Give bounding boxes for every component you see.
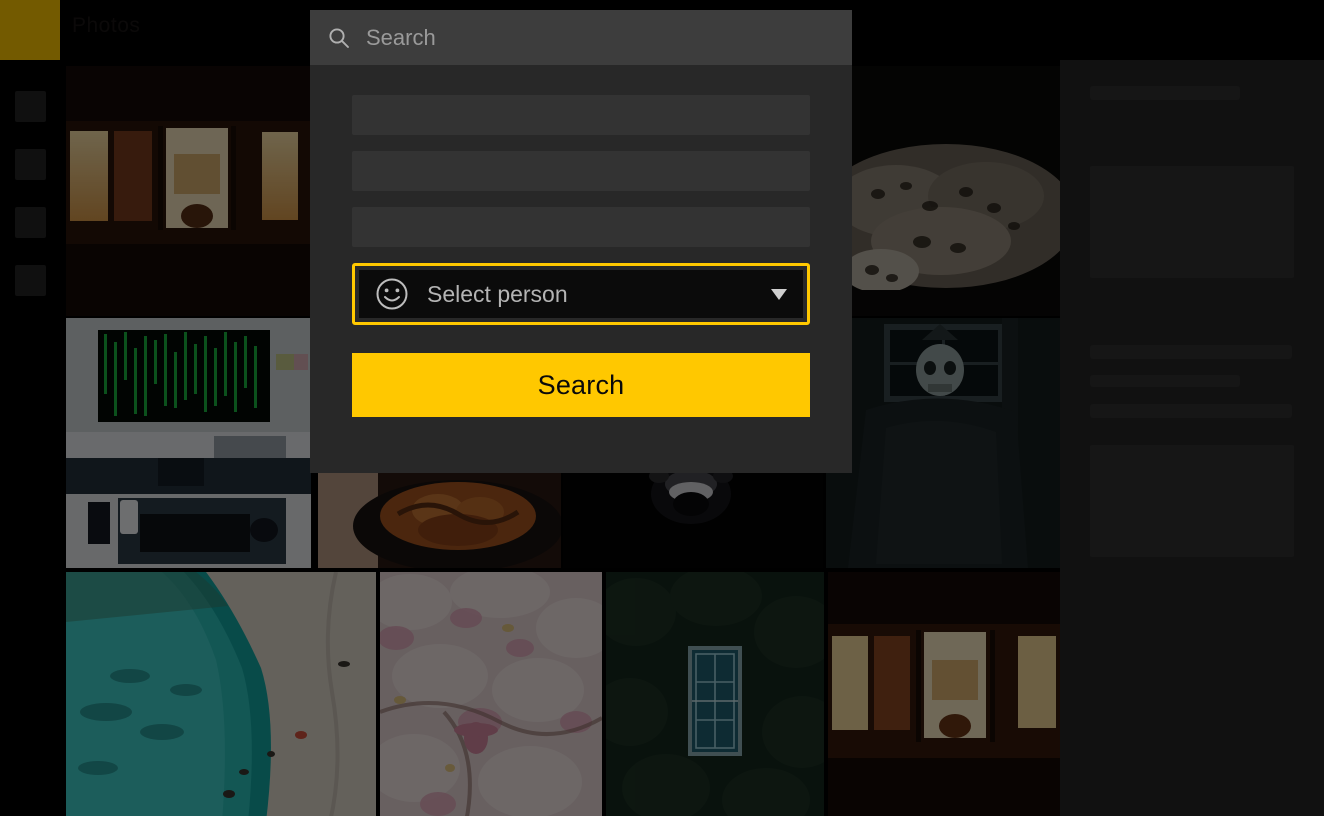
search-dialog: Search Select person Search [310,10,852,473]
search-submit-button[interactable]: Search [352,353,810,417]
dialog-body: Select person Search [310,65,852,417]
skeleton-field-3[interactable] [352,207,810,247]
skeleton-field-1[interactable] [352,95,810,135]
skeleton-field-2[interactable] [352,151,810,191]
search-input[interactable]: Search [366,25,436,51]
dialog-search-bar[interactable]: Search [310,10,852,65]
person-select[interactable]: Select person [359,270,803,318]
smiley-face-icon [375,277,409,311]
search-icon [328,27,350,49]
person-select-focus-ring: Select person [352,263,810,325]
chevron-down-icon[interactable] [771,288,787,300]
app-root: Photos [0,0,1324,816]
person-select-label: Select person [427,280,568,307]
